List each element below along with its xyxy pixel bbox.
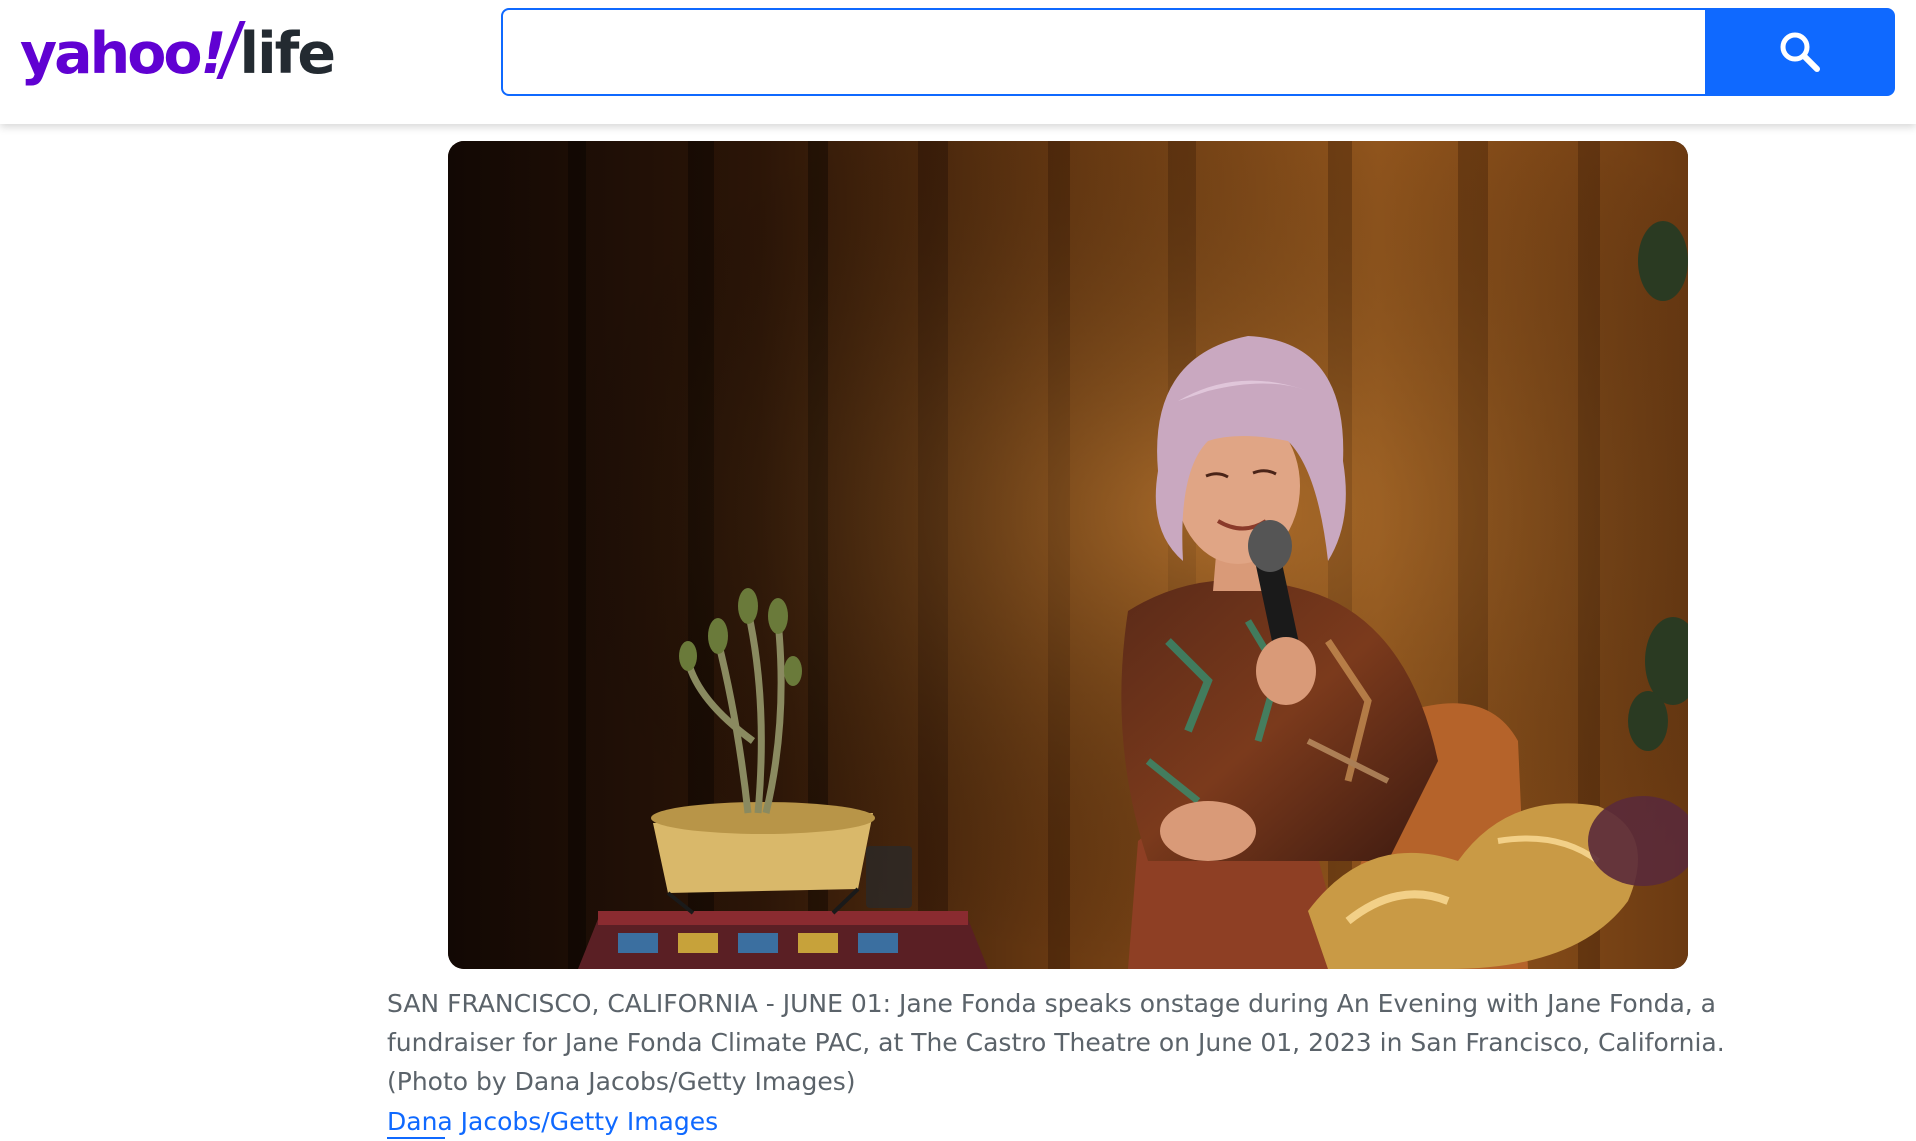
search-icon <box>1780 32 1820 72</box>
photo-credit-link[interactable]: Dana Jacobs/Getty Images <box>387 1102 718 1141</box>
logo-bang-text: ! <box>200 21 227 87</box>
search-input[interactable] <box>501 8 1705 96</box>
photo-caption: SAN FRANCISCO, CALIFORNIA - JUNE 01: Jan… <box>387 989 1725 1096</box>
site-header: yahoo ! life <box>0 0 1916 124</box>
article-photo <box>448 141 1688 969</box>
logo-yahoo-text: yahoo <box>20 21 203 87</box>
search-button[interactable] <box>1705 8 1895 96</box>
logo-section-text: life <box>239 21 337 87</box>
credit-link-underline <box>387 1137 445 1139</box>
stage-photo-illustration <box>448 141 1688 969</box>
yahoo-life-logo[interactable]: yahoo ! life <box>20 14 337 94</box>
search-form <box>501 8 1895 96</box>
